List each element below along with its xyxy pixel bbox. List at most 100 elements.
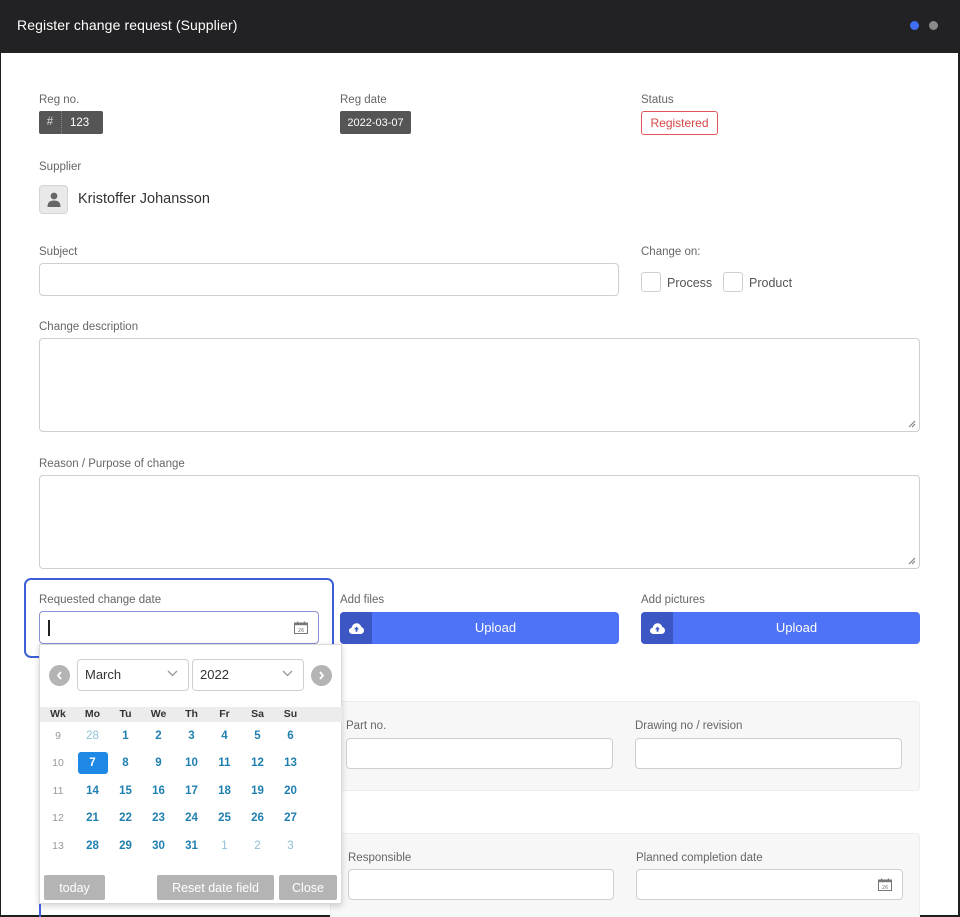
- drawing-no-label: Drawing no / revision: [635, 720, 743, 732]
- upload-files-button[interactable]: Upload: [340, 612, 619, 644]
- next-month-button[interactable]: [311, 665, 332, 686]
- change-description-textarea[interactable]: [39, 338, 920, 432]
- responsible-input[interactable]: [348, 869, 614, 900]
- text-cursor: [48, 620, 50, 636]
- calendar-day[interactable]: 21: [76, 807, 109, 829]
- weekday-header: We: [150, 708, 167, 720]
- calendar-day[interactable]: 26: [241, 807, 274, 829]
- calendar-day-label: 7: [77, 752, 108, 775]
- drawing-no-input[interactable]: [635, 738, 902, 769]
- calendar-day-label: 2: [254, 839, 261, 852]
- calendar-day-label: 1: [122, 729, 129, 742]
- page-indicator-active[interactable]: [910, 21, 919, 30]
- calendar-day[interactable]: 14: [76, 780, 109, 802]
- chevron-right-icon: [319, 671, 325, 680]
- cloud-upload-icon: [649, 622, 665, 634]
- calendar-day[interactable]: 3: [274, 835, 307, 857]
- calendar-day[interactable]: 2: [241, 835, 274, 857]
- status-value: Registered: [650, 116, 709, 130]
- resize-handle-icon[interactable]: [908, 420, 916, 428]
- month-select[interactable]: March: [77, 659, 189, 691]
- calendar-day[interactable]: 31: [175, 835, 208, 857]
- resize-handle-icon[interactable]: [908, 557, 916, 565]
- calendar-day[interactable]: 12: [241, 752, 274, 774]
- reason-textarea[interactable]: [39, 475, 920, 569]
- part-no-input[interactable]: [346, 738, 613, 769]
- close-button[interactable]: Close: [279, 875, 337, 900]
- today-button[interactable]: today: [44, 875, 105, 900]
- calendar-day[interactable]: 1: [208, 835, 241, 857]
- calendar-day[interactable]: 18: [208, 780, 241, 802]
- calendar-day[interactable]: 16: [142, 780, 175, 802]
- upload-pictures-button[interactable]: Upload: [641, 612, 920, 644]
- calendar-day[interactable]: 22: [109, 807, 142, 829]
- calendar-day-label: 27: [284, 812, 297, 825]
- calendar-day[interactable]: 30: [142, 835, 175, 857]
- year-select[interactable]: 2022: [192, 659, 304, 691]
- month-select-value: March: [85, 667, 122, 682]
- calendar-day[interactable]: 28: [76, 835, 109, 857]
- calendar-day[interactable]: 10: [175, 752, 208, 774]
- calendar-day[interactable]: 3: [175, 725, 208, 747]
- calendar-day[interactable]: 5: [241, 725, 274, 747]
- calendar-day[interactable]: 4: [208, 725, 241, 747]
- calendar-day[interactable]: 15: [109, 780, 142, 802]
- window-title: Register change request (Supplier): [17, 17, 238, 33]
- reset-date-field-button[interactable]: Reset date field: [157, 875, 274, 900]
- calendar-day-label: 28: [86, 839, 99, 852]
- calendar-icon[interactable]: 26: [878, 878, 892, 891]
- page-indicator-inactive[interactable]: [929, 21, 938, 30]
- calendar-day-label: 31: [185, 839, 198, 852]
- weekday-header: Th: [185, 708, 198, 720]
- calendar-day[interactable]: 1: [109, 725, 142, 747]
- calendar-day[interactable]: 8: [109, 752, 142, 774]
- calendar-day-label: 23: [152, 812, 165, 825]
- calendar-day-label: 3: [188, 729, 195, 742]
- requested-change-date-input[interactable]: 26: [39, 611, 319, 644]
- calendar-day[interactable]: 17: [175, 780, 208, 802]
- calendar-grid: Wk Mo Tu We Th Fr Sa Su 9 28 1 2 3 4 5 6 10 7 8 9 10 11 12 13 1…: [40, 707, 342, 860]
- calendar-day-selected[interactable]: 7: [76, 752, 109, 775]
- part-no-label: Part no.: [346, 720, 387, 732]
- calendar-day[interactable]: 11: [208, 752, 241, 774]
- chevron-down-icon: [167, 670, 178, 677]
- requested-change-date-label: Requested change date: [39, 594, 162, 606]
- calendar-day[interactable]: 28: [76, 725, 109, 747]
- subject-input[interactable]: [39, 263, 619, 296]
- calendar-week-row: 12 21 22 23 24 25 26 27: [40, 805, 342, 833]
- calendar-day[interactable]: 2: [142, 725, 175, 747]
- process-checkbox-label[interactable]: Process: [667, 276, 712, 290]
- calendar-week-row: 9 28 1 2 3 4 5 6: [40, 722, 342, 750]
- calendar-day-label: 14: [86, 784, 99, 797]
- planned-completion-date-label: Planned completion date: [636, 852, 763, 864]
- process-checkbox[interactable]: [641, 272, 661, 292]
- product-checkbox-label[interactable]: Product: [749, 276, 792, 290]
- calendar-day-label: 25: [218, 812, 231, 825]
- calendar-day[interactable]: 27: [274, 807, 307, 829]
- calendar-day[interactable]: 6: [274, 725, 307, 747]
- calendar-day[interactable]: 29: [109, 835, 142, 857]
- calendar-day[interactable]: 23: [142, 807, 175, 829]
- product-checkbox[interactable]: [723, 272, 743, 292]
- calendar-day-label: 24: [185, 812, 198, 825]
- previous-month-button[interactable]: [49, 665, 70, 686]
- svg-text:26: 26: [882, 885, 888, 891]
- reg-no-badge: # 123: [39, 111, 103, 134]
- calendar-day-label: 28: [86, 729, 99, 742]
- calendar-day-label: 26: [251, 812, 264, 825]
- focus-outline-fragment: [39, 904, 41, 917]
- calendar-icon[interactable]: 26: [294, 621, 308, 634]
- reason-label: Reason / Purpose of change: [39, 458, 185, 470]
- week-number: 9: [55, 729, 61, 742]
- calendar-day[interactable]: 9: [142, 752, 175, 774]
- change-description-label: Change description: [39, 321, 139, 333]
- chevron-left-icon: [56, 671, 62, 680]
- calendar-day[interactable]: 19: [241, 780, 274, 802]
- calendar-day[interactable]: 24: [175, 807, 208, 829]
- planned-completion-date-input[interactable]: 26: [636, 869, 903, 900]
- calendar-day[interactable]: 20: [274, 780, 307, 802]
- change-on-label: Change on:: [641, 246, 701, 258]
- weekday-header: Sa: [251, 708, 264, 720]
- calendar-day[interactable]: 13: [274, 752, 307, 774]
- calendar-day[interactable]: 25: [208, 807, 241, 829]
